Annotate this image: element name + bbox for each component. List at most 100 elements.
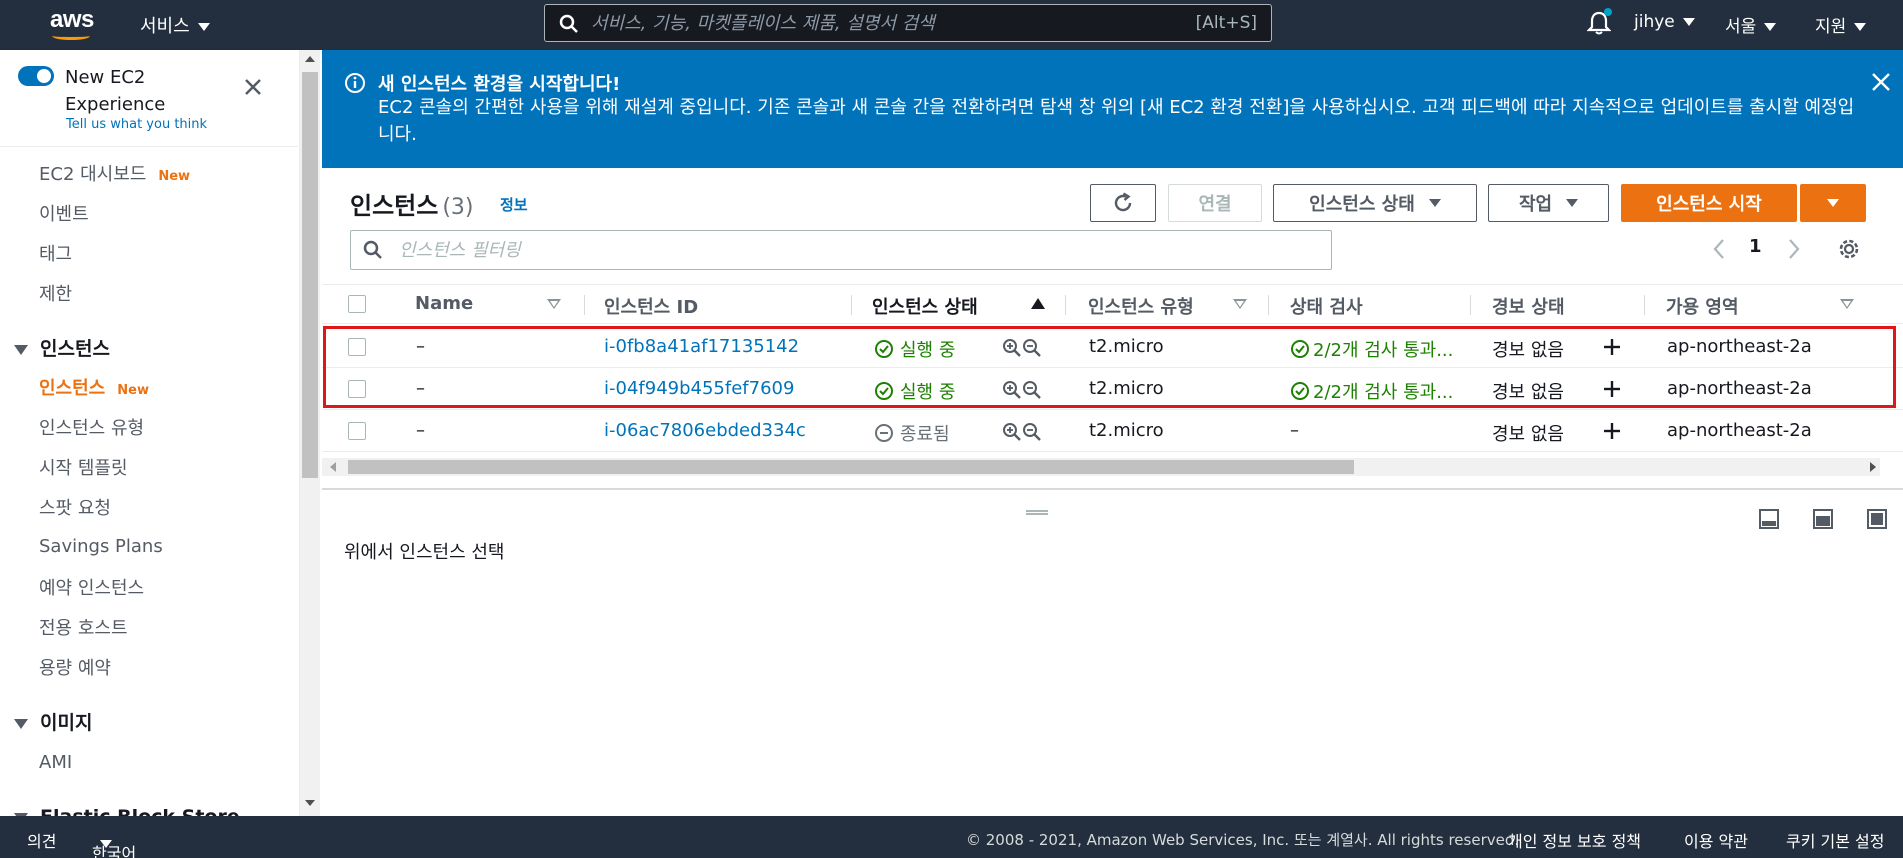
sidebar: New EC2 Experience Tell us what you thin… <box>0 50 300 816</box>
feedback-link[interactable]: Tell us what you think <box>66 117 207 132</box>
sidebar-group-label: Elastic Block Store <box>40 806 240 816</box>
sidebar-item-reserved-instances[interactable]: 예약 인스턴스 <box>39 574 144 600</box>
sidebar-item-capacity-reservations[interactable]: 용량 예약 <box>39 654 111 680</box>
zoom-in-icon[interactable] <box>1002 422 1022 442</box>
banner-text: EC2 콘솔의 간편한 사용을 위해 재설계 중입니다. 기존 콘솔과 새 콘솔… <box>378 97 1855 145</box>
terms-link[interactable]: 이용 약관 <box>1684 828 1748 852</box>
launch-dropdown-button[interactable] <box>1800 184 1866 222</box>
instance-filter-input[interactable] <box>399 235 1299 265</box>
row-checkbox[interactable] <box>348 422 366 440</box>
new-badge: New <box>158 169 191 184</box>
sidebar-group-instances[interactable]: 인스턴스 <box>14 334 110 361</box>
resize-handle[interactable] <box>1026 510 1048 515</box>
actions-button[interactable]: 작업 <box>1488 184 1609 222</box>
sidebar-item-savings-plans[interactable]: Savings Plans <box>39 536 163 557</box>
privacy-link[interactable]: 개인 정보 보호 정책 <box>1508 828 1641 852</box>
expand-icon <box>14 718 28 729</box>
toggle-knob <box>37 69 51 83</box>
cell-availability-zone: ap-northeast-2a <box>1667 420 1812 441</box>
caret-down-icon <box>1854 23 1867 31</box>
services-label: 서비스 <box>140 16 190 37</box>
refresh-button[interactable] <box>1090 184 1156 222</box>
sidebar-group-images[interactable]: 이미지 <box>14 708 92 735</box>
column-header-instance-id[interactable]: 인스턴스 ID <box>604 293 698 319</box>
caret-down-icon <box>1428 199 1441 207</box>
sidebar-item-events[interactable]: 이벤트 <box>39 200 89 226</box>
sort-icon[interactable] <box>1233 299 1247 309</box>
chevron-left-icon[interactable] <box>1712 238 1726 260</box>
feedback-link[interactable]: 의견 <box>27 828 56 852</box>
instance-id-link[interactable]: i-06ac7806ebded334c <box>604 420 806 441</box>
column-separator <box>584 295 585 315</box>
close-icon[interactable] <box>244 78 262 96</box>
panel-full-icon[interactable] <box>1866 508 1888 530</box>
sidebar-item-dashboard[interactable]: EC2 대시보드 New <box>39 160 190 186</box>
user-menu[interactable]: jihye <box>1634 12 1695 32</box>
instance-count: (3) <box>442 195 474 220</box>
column-header-status-check[interactable]: 상태 검사 <box>1290 293 1363 319</box>
scroll-left-arrow[interactable] <box>330 462 336 472</box>
sidebar-item-dedicated-hosts[interactable]: 전용 호스트 <box>39 614 128 640</box>
global-search[interactable]: [Alt+S] <box>544 4 1272 42</box>
info-icon <box>345 73 365 93</box>
scrollbar-thumb[interactable] <box>348 460 1354 474</box>
aws-logo[interactable]: aws <box>48 6 96 42</box>
new-experience-title: New EC2 Experience <box>65 67 166 115</box>
new-badge: New <box>117 383 149 398</box>
connect-button[interactable]: 연결 <box>1168 184 1262 222</box>
scroll-right-arrow[interactable] <box>1870 462 1876 472</box>
sidebar-item-tags[interactable]: 태그 <box>39 240 72 266</box>
sidebar-group-ebs[interactable]: Elastic Block Store <box>14 806 240 816</box>
table-horizontal-scrollbar[interactable] <box>322 458 1880 476</box>
sidebar-scrollbar[interactable] <box>300 50 320 816</box>
global-search-input[interactable] <box>591 7 1171 39</box>
info-link[interactable]: 정보 <box>500 194 528 215</box>
new-experience-toggle[interactable] <box>18 66 54 86</box>
support-menu[interactable]: 지원 <box>1815 12 1867 37</box>
search-icon <box>559 14 578 33</box>
sidebar-item-instance-types[interactable]: 인스턴스 유형 <box>39 414 144 440</box>
sidebar-item-launch-templates[interactable]: 시작 템플릿 <box>39 454 128 480</box>
sort-icon[interactable] <box>547 299 561 309</box>
region-menu[interactable]: 서울 <box>1725 12 1777 37</box>
panel-bottom-icon[interactable] <box>1758 508 1780 530</box>
search-shortcut: [Alt+S] <box>1195 13 1257 33</box>
column-header-instance-state[interactable]: 인스턴스 상태 <box>872 293 978 319</box>
page-number[interactable]: 1 <box>1749 236 1762 257</box>
select-all-checkbox[interactable] <box>348 295 366 313</box>
cookie-preferences-link[interactable]: 쿠키 기본 설정 <box>1786 828 1885 852</box>
column-separator <box>851 295 852 315</box>
launch-instances-button[interactable]: 인스턴스 시작 <box>1621 184 1797 222</box>
table-row[interactable]: – i-06ac7806ebded334c 종료됨 t2.micro – 경보 … <box>322 410 1903 452</box>
sidebar-item-ami[interactable]: AMI <box>39 752 72 773</box>
page-title: 인스턴스 (3) <box>350 186 474 221</box>
sidebar-item-limits[interactable]: 제한 <box>39 280 72 306</box>
split-panel-divider <box>322 488 1903 490</box>
instance-filter[interactable] <box>350 230 1332 270</box>
table-header: Name 인스턴스 ID 인스턴스 상태 인스턴스 유형 상태 검사 경보 상태… <box>322 284 1903 324</box>
sort-icon[interactable] <box>1840 299 1854 309</box>
scroll-down-arrow[interactable] <box>305 800 315 806</box>
sidebar-item-instances[interactable]: 인스턴스 New <box>39 374 149 400</box>
support-label: 지원 <box>1815 17 1847 37</box>
column-separator <box>1644 295 1645 315</box>
panel-middle-icon[interactable] <box>1812 508 1834 530</box>
add-alarm-icon[interactable] <box>1602 421 1622 441</box>
sidebar-item-spot-requests[interactable]: 스팟 요청 <box>39 494 111 520</box>
close-icon[interactable] <box>1871 72 1891 92</box>
aws-smile-icon <box>52 32 90 40</box>
scroll-up-arrow[interactable] <box>305 56 315 62</box>
sort-ascending-icon[interactable] <box>1031 298 1045 309</box>
column-header-alarm-status[interactable]: 경보 상태 <box>1492 293 1565 319</box>
instance-state-button[interactable]: 인스턴스 상태 <box>1273 184 1477 222</box>
zoom-out-icon[interactable] <box>1022 422 1042 442</box>
chevron-right-icon[interactable] <box>1787 238 1801 260</box>
gear-icon[interactable] <box>1836 236 1862 262</box>
column-header-name[interactable]: Name <box>415 293 473 314</box>
region-label: 서울 <box>1725 17 1757 37</box>
scrollbar-thumb[interactable] <box>302 72 318 478</box>
column-header-instance-type[interactable]: 인스턴스 유형 <box>1088 293 1194 319</box>
column-header-availability-zone[interactable]: 가용 영역 <box>1666 293 1739 319</box>
services-menu[interactable]: 서비스 <box>140 12 210 38</box>
caret-down-icon <box>1764 23 1777 31</box>
